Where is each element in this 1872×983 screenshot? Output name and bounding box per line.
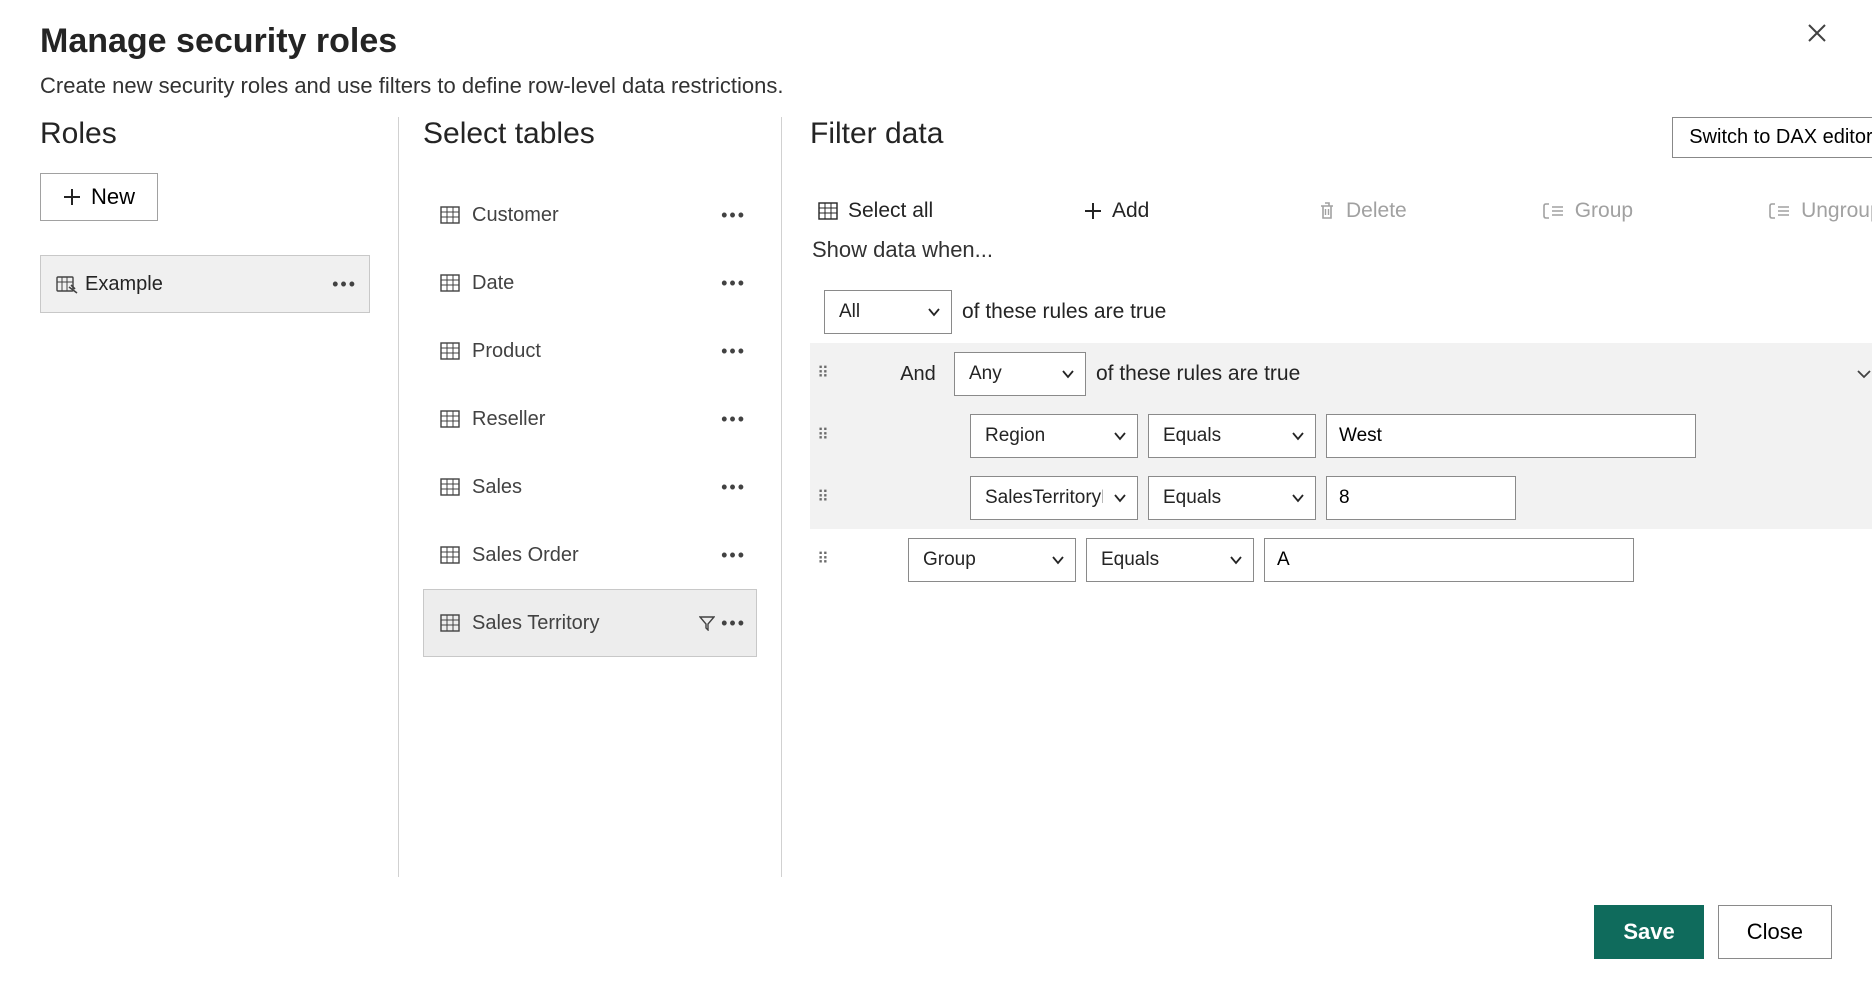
table-item[interactable]: Product••• bbox=[423, 317, 757, 385]
chevron-down-icon bbox=[1061, 369, 1075, 379]
table-item-label: Sales Order bbox=[472, 544, 721, 567]
table-icon bbox=[438, 206, 462, 224]
field-select[interactable]: Region bbox=[970, 414, 1138, 458]
table-icon bbox=[438, 410, 462, 428]
group-icon bbox=[1543, 202, 1565, 220]
of-true-label: of these rules are true bbox=[962, 300, 1166, 324]
chevron-down-icon bbox=[1291, 431, 1305, 441]
role-icon bbox=[53, 274, 81, 294]
table-item-label: Product bbox=[472, 340, 721, 363]
of-true-label: of these rules are true bbox=[1096, 362, 1300, 386]
chevron-down-icon bbox=[1051, 555, 1065, 565]
select-all-button[interactable]: Select all bbox=[810, 195, 986, 227]
ungroup-rules-label: Ungroup bbox=[1801, 199, 1872, 223]
operator-select[interactable]: Equals bbox=[1148, 414, 1316, 458]
add-rule-label: Add bbox=[1112, 199, 1217, 223]
table-item-label: Date bbox=[472, 272, 721, 295]
group-rules-button[interactable]: Group bbox=[1535, 195, 1641, 227]
table-item-more-icon[interactable]: ••• bbox=[721, 273, 746, 294]
field-select[interactable]: Group bbox=[908, 538, 1076, 582]
table-item-label: Reseller bbox=[472, 408, 721, 431]
table-item[interactable]: Date••• bbox=[423, 249, 757, 317]
role-item[interactable]: Example ••• bbox=[40, 255, 370, 313]
table-icon bbox=[438, 614, 462, 632]
chevron-down-icon bbox=[1113, 493, 1127, 503]
table-item-label: Sales bbox=[472, 476, 721, 499]
role-item-more-icon[interactable]: ••• bbox=[332, 274, 357, 295]
field-value: Group bbox=[923, 549, 976, 571]
delete-rule-button[interactable]: Delete bbox=[1310, 195, 1415, 227]
table-item-more-icon[interactable]: ••• bbox=[721, 613, 746, 634]
filter-icon bbox=[699, 615, 715, 631]
group-combiner-value: Any bbox=[969, 363, 1002, 385]
collapse-group-icon[interactable] bbox=[1856, 368, 1872, 380]
table-item[interactable]: Sales••• bbox=[423, 453, 757, 521]
group-rules-label: Group bbox=[1575, 199, 1633, 223]
delete-rule-label: Delete bbox=[1346, 199, 1407, 223]
table-item-label: Sales Territory bbox=[472, 612, 699, 635]
select-all-icon bbox=[818, 202, 838, 220]
table-item-more-icon[interactable]: ••• bbox=[721, 545, 746, 566]
drag-handle-icon[interactable]: ⠿ bbox=[814, 552, 832, 568]
new-role-label: New bbox=[91, 184, 135, 210]
role-item-label: Example bbox=[85, 273, 332, 296]
close-icon[interactable] bbox=[1806, 22, 1828, 44]
close-button[interactable]: Close bbox=[1718, 905, 1832, 959]
add-rule-button[interactable]: Add bbox=[1076, 195, 1225, 227]
chevron-down-icon bbox=[927, 307, 941, 317]
field-value: SalesTerritoryKey bbox=[985, 487, 1103, 509]
table-item-more-icon[interactable]: ••• bbox=[721, 341, 746, 362]
table-item[interactable]: Sales Territory ••• bbox=[423, 589, 757, 657]
switch-dax-button[interactable]: Switch to DAX editor bbox=[1672, 117, 1872, 158]
show-data-when-label: Show data when... bbox=[812, 237, 1872, 263]
operator-value: Equals bbox=[1163, 487, 1221, 509]
top-combiner-select[interactable]: All bbox=[824, 290, 952, 334]
chevron-down-icon bbox=[1291, 493, 1305, 503]
table-item-more-icon[interactable]: ••• bbox=[721, 205, 746, 226]
operator-value: Equals bbox=[1163, 425, 1221, 447]
table-icon bbox=[438, 478, 462, 496]
chevron-down-icon bbox=[1229, 555, 1243, 565]
plus-icon bbox=[1084, 202, 1102, 220]
table-item-label: Customer bbox=[472, 204, 721, 227]
group-combiner-select[interactable]: Any bbox=[954, 352, 1086, 396]
drag-handle-icon[interactable]: ⠿ bbox=[814, 428, 832, 444]
table-icon bbox=[438, 274, 462, 292]
operator-select[interactable]: Equals bbox=[1086, 538, 1254, 582]
ungroup-icon bbox=[1769, 202, 1791, 220]
field-value: Region bbox=[985, 425, 1045, 447]
field-select[interactable]: SalesTerritoryKey bbox=[970, 476, 1138, 520]
table-item[interactable]: Sales Order••• bbox=[423, 521, 757, 589]
dialog-title: Manage security roles bbox=[40, 22, 1832, 61]
table-item[interactable]: Customer••• bbox=[423, 181, 757, 249]
table-item-more-icon[interactable]: ••• bbox=[721, 409, 746, 430]
value-input[interactable] bbox=[1264, 538, 1634, 582]
ungroup-rules-button[interactable]: Ungroup bbox=[1761, 195, 1872, 227]
save-button[interactable]: Save bbox=[1594, 905, 1703, 959]
operator-select[interactable]: Equals bbox=[1148, 476, 1316, 520]
trash-icon bbox=[1318, 201, 1336, 221]
value-input[interactable] bbox=[1326, 476, 1516, 520]
select-all-label: Select all bbox=[848, 199, 978, 223]
tables-heading: Select tables bbox=[423, 117, 757, 151]
operator-value: Equals bbox=[1101, 549, 1159, 571]
new-role-button[interactable]: New bbox=[40, 173, 158, 221]
dialog-subtitle: Create new security roles and use filter… bbox=[40, 73, 1832, 99]
drag-handle-icon[interactable]: ⠿ bbox=[814, 490, 832, 506]
filter-heading: Filter data bbox=[810, 117, 943, 151]
roles-heading: Roles bbox=[40, 117, 370, 151]
value-input[interactable] bbox=[1326, 414, 1696, 458]
drag-handle-icon[interactable]: ⠿ bbox=[814, 366, 832, 382]
table-item-more-icon[interactable]: ••• bbox=[721, 477, 746, 498]
plus-icon bbox=[63, 188, 81, 206]
table-item[interactable]: Reseller••• bbox=[423, 385, 757, 453]
and-label: And bbox=[892, 363, 944, 386]
table-icon bbox=[438, 546, 462, 564]
table-icon bbox=[438, 342, 462, 360]
chevron-down-icon bbox=[1113, 431, 1127, 441]
top-combiner-value: All bbox=[839, 301, 860, 323]
